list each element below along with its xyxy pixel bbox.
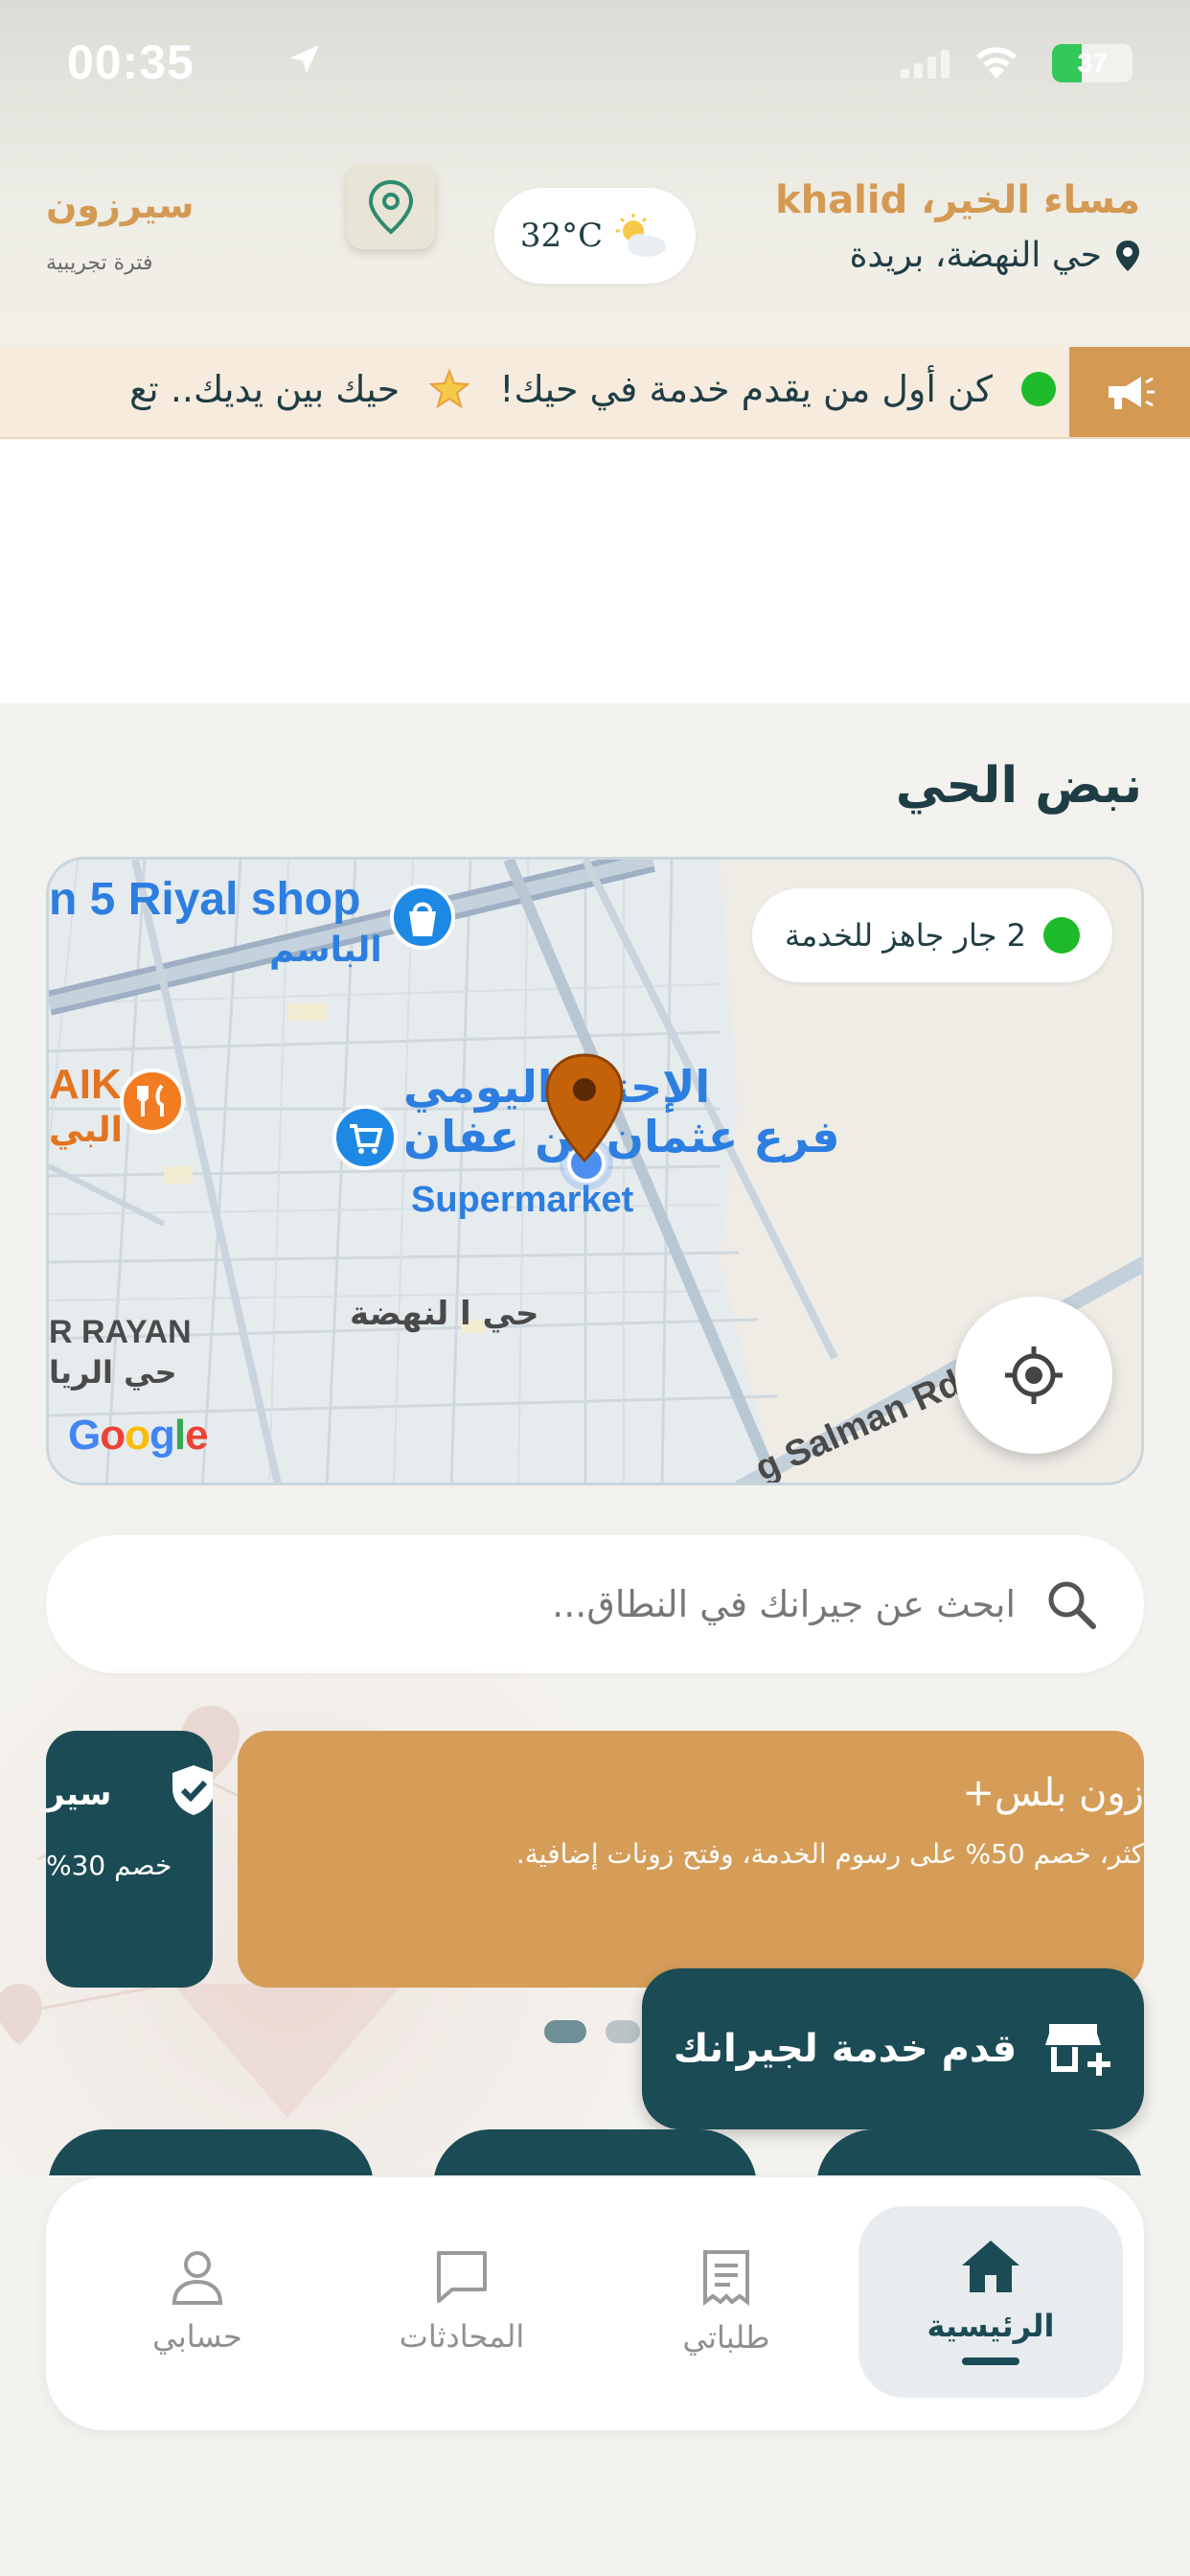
- locate-me-button[interactable]: [955, 1297, 1112, 1454]
- announcement-ticker: كن أول من يقدم خدمة في حيك! حيك بين يديك…: [0, 347, 1190, 439]
- chat-icon: [437, 2251, 487, 2303]
- map-label-rayan: R RAYAN: [49, 1314, 192, 1350]
- map-label-rayan-ar: حي الريا: [49, 1354, 177, 1391]
- content-spacer: [0, 439, 1190, 703]
- secondary-promo-card[interactable]: سير خصم 30%: [46, 1731, 213, 1988]
- crosshair-icon: [1005, 1346, 1063, 1404]
- nav-item-orders[interactable]: طلباتي: [594, 2206, 858, 2398]
- location-pin-logo-icon: [368, 179, 414, 235]
- status-time: 00:35: [67, 35, 195, 89]
- ticker-message-1: كن أول من يقدم خدمة في حيك!: [499, 368, 993, 410]
- status-bar: 00:35 37: [67, 34, 1133, 92]
- shopping-bag-marker-icon: [390, 885, 455, 950]
- neighbor-search-bar[interactable]: [46, 1535, 1144, 1673]
- map-label-district: حي ا لنهضة: [350, 1295, 539, 1333]
- nav-item-account[interactable]: حسابي: [65, 2206, 330, 2398]
- greeting-prefix: مساء الخير،: [907, 178, 1140, 222]
- person-icon: [172, 2251, 223, 2305]
- greeting: مساء الخير، khalid حي النهضة، بريدة: [719, 178, 1140, 275]
- home-icon: [962, 2241, 1019, 2292]
- zone-plus-title: زون بلس+: [962, 1771, 1144, 1815]
- live-dot: [1021, 372, 1056, 406]
- location-text: حي النهضة، بريدة: [849, 236, 1102, 275]
- bottom-navigation: الرئيسية طلباتي المحادثات حسابي: [46, 2177, 1144, 2430]
- zone-plus-description: كثر، خصم 50% على رسوم الخدمة، وفتح زونات…: [515, 1838, 1144, 1870]
- announcement-button[interactable]: [1069, 347, 1190, 437]
- partly-cloudy-icon: [616, 214, 667, 257]
- greeting-text: مساء الخير، khalid: [719, 178, 1140, 222]
- map-label-shop: n 5 Riyal shop: [49, 874, 361, 925]
- carousel-dot-active[interactable]: [544, 2020, 586, 2043]
- app-logo-button[interactable]: [347, 165, 435, 249]
- brand-name: سيرزون: [46, 184, 195, 226]
- google-logo: Google: [68, 1412, 209, 1459]
- nav-label-account: حسابي: [152, 2318, 242, 2355]
- online-indicator: [1043, 917, 1080, 954]
- nav-item-chats[interactable]: المحادثات: [330, 2206, 594, 2398]
- battery-indicator: 37: [1052, 44, 1133, 82]
- search-input[interactable]: [92, 1583, 1016, 1625]
- map-label-shop-ar: الباسم: [269, 931, 382, 970]
- megaphone-icon: [1109, 377, 1155, 409]
- star-icon: [428, 368, 470, 409]
- orders-icon: [703, 2250, 749, 2306]
- ticker-track: كن أول من يقدم خدمة في حيك! حيك بين يديك…: [129, 368, 1056, 410]
- map-label-restaurant-ar: البي: [49, 1111, 123, 1150]
- map-pin-marker-icon: [545, 1053, 624, 1163]
- user-name: khalid: [775, 178, 908, 222]
- active-indicator: [962, 2358, 1019, 2365]
- neighborhood-map[interactable]: n 5 Riyal shop الباسم الإحتي اليومي فرع …: [46, 857, 1144, 1485]
- map-pin-icon: [1116, 240, 1139, 271]
- wifi-icon: [976, 47, 1017, 79]
- secondary-promo-description: خصم 30%: [46, 1850, 172, 1881]
- nav-label-chats: المحادثات: [399, 2318, 525, 2355]
- nav-item-home[interactable]: الرئيسية: [858, 2206, 1123, 2398]
- cellular-signal-icon: [901, 50, 950, 79]
- carousel-dot[interactable]: [606, 2020, 640, 2043]
- nav-label-home: الرئيسية: [927, 2308, 1055, 2344]
- nav-label-orders: طلباتي: [682, 2319, 770, 2356]
- app-header: 00:35 37 سيرزون فترة تجريبية 32°C مساء ا…: [0, 0, 1190, 347]
- current-location[interactable]: حي النهضة، بريدة: [719, 236, 1140, 275]
- section-title: نبض الحي: [895, 757, 1142, 815]
- cart-marker-icon: [332, 1105, 398, 1170]
- brand: سيرزون فترة تجريبية: [46, 184, 199, 275]
- add-store-icon: [1045, 2024, 1111, 2076]
- weather-chip[interactable]: 32°C: [494, 188, 696, 284]
- location-arrow-icon: [290, 45, 319, 74]
- offer-service-label: قدم خدمة لجيرانك: [673, 2027, 1018, 2071]
- trial-label: فترة تجريبية: [46, 251, 153, 275]
- offer-service-button[interactable]: قدم خدمة لجيرانك: [642, 1968, 1144, 2129]
- ready-neighbors-text: 2 جار جاهز للخدمة: [784, 917, 1026, 954]
- ticker-message-2: حيك بين يديك.. تع: [128, 368, 400, 410]
- secondary-promo-title: سير: [46, 1775, 112, 1813]
- map-label-restaurant: AIK: [49, 1061, 122, 1108]
- ready-neighbors-badge[interactable]: 2 جار جاهز للخدمة: [751, 888, 1112, 982]
- shield-check-icon: [172, 1765, 213, 1815]
- battery-percent: 37: [1077, 48, 1108, 78]
- weather-temperature: 32°C: [519, 217, 604, 255]
- restaurant-marker-icon: [120, 1069, 185, 1134]
- zone-plus-promo-card[interactable]: زون بلس+ كثر، خصم 50% على رسوم الخدمة، و…: [238, 1731, 1144, 1988]
- carousel-pagination: [544, 2020, 640, 2043]
- search-icon: [1048, 1581, 1096, 1629]
